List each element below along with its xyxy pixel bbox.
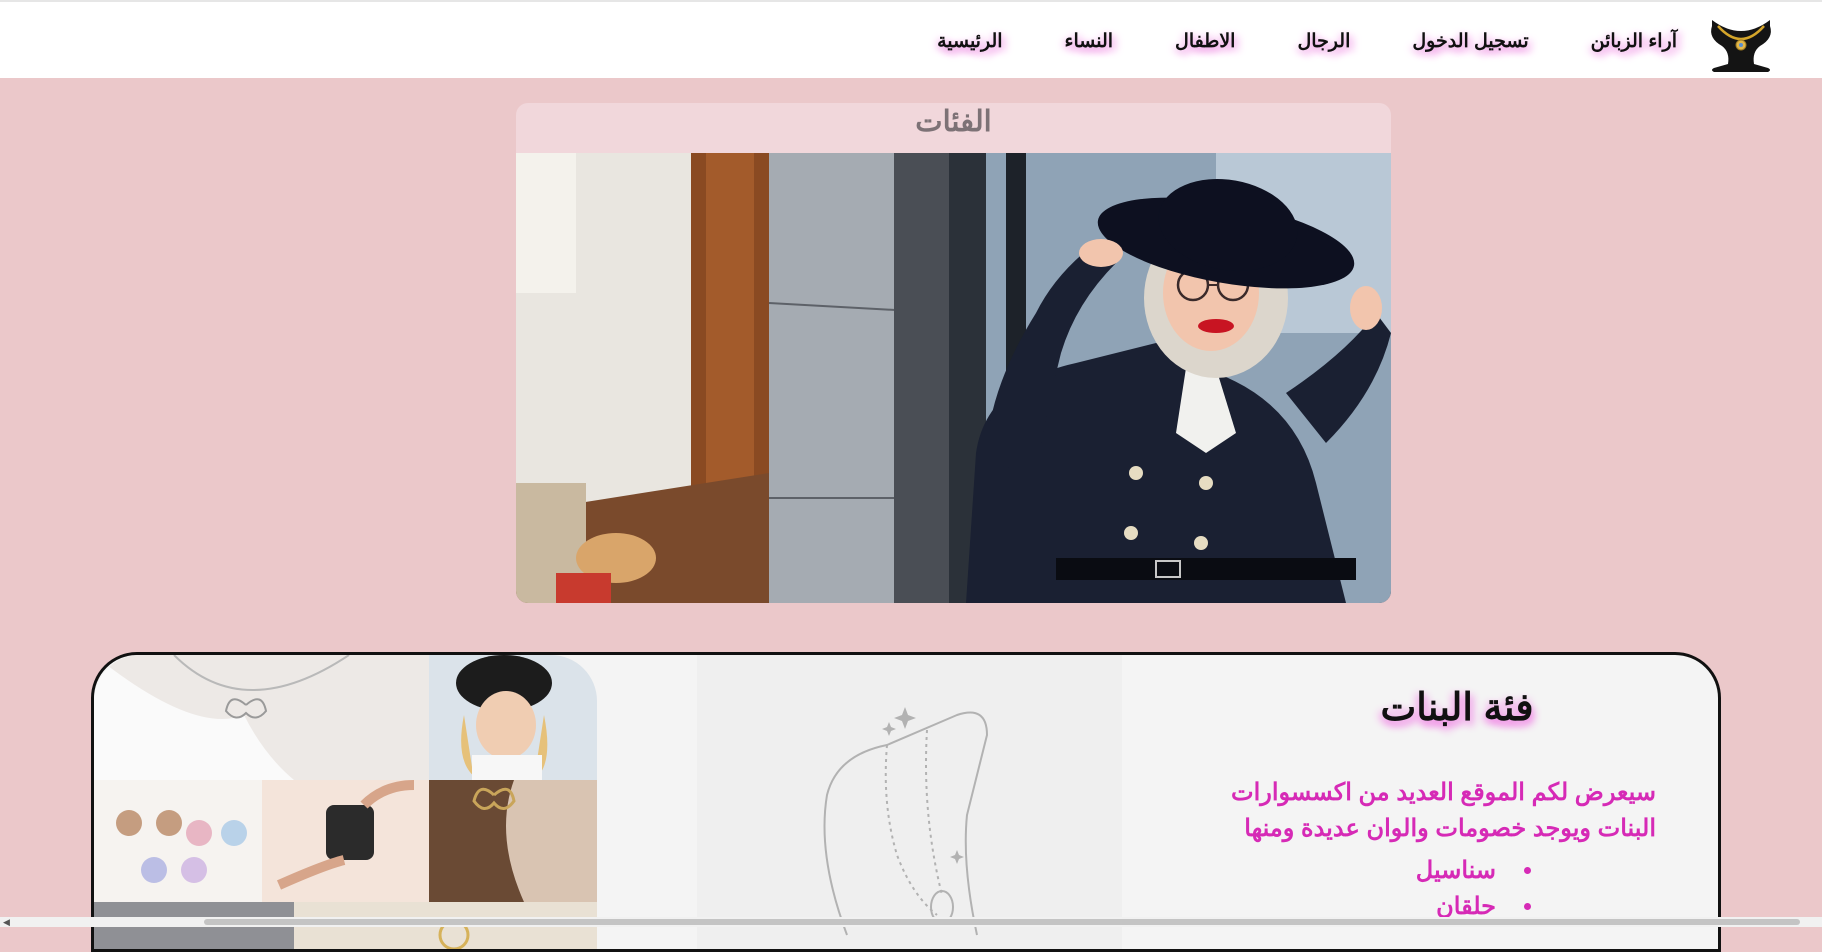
nav-item-kids[interactable]: الاطفال [1175,30,1235,53]
top-navbar: الرئيسية النساء الاطفال الرجال تسجيل الد… [0,0,1822,78]
girls-section-description: سيعرض لكم الموقع العديد من اكسسوارات الب… [1231,779,1656,842]
nav-item-women[interactable]: النساء [1065,30,1113,53]
list-item: سناسيل [1416,853,1510,889]
girls-accessories-list: سناسيل حلقان [1416,853,1538,925]
scrollbar-thumb[interactable] [204,919,1800,925]
horizontal-scrollbar[interactable]: ◀ [0,917,1822,927]
accessories-collage-image [94,655,597,949]
hands-necklace-illustration [697,655,1122,949]
nav-item-home[interactable]: الرئيسية [937,30,1002,53]
nav-menu: الرئيسية النساء الاطفال الرجال تسجيل الد… [937,2,1677,80]
girls-category-section: فئة البنات سيعرض لكم الموقع العديد من اك… [91,652,1721,952]
nav-item-men[interactable]: الرجال [1297,30,1350,53]
categories-card: الفئات [516,103,1391,603]
categories-title: الفئات [915,106,992,138]
necklace-logo-icon[interactable] [1702,12,1780,74]
girls-section-title: فئة البنات [1380,687,1534,729]
nav-item-login[interactable]: تسجيل الدخول [1412,30,1528,53]
categories-hero-image [516,153,1391,603]
nav-item-reviews[interactable]: آراء الزبائن [1591,30,1677,53]
scroll-left-arrow-icon[interactable]: ◀ [3,917,10,927]
